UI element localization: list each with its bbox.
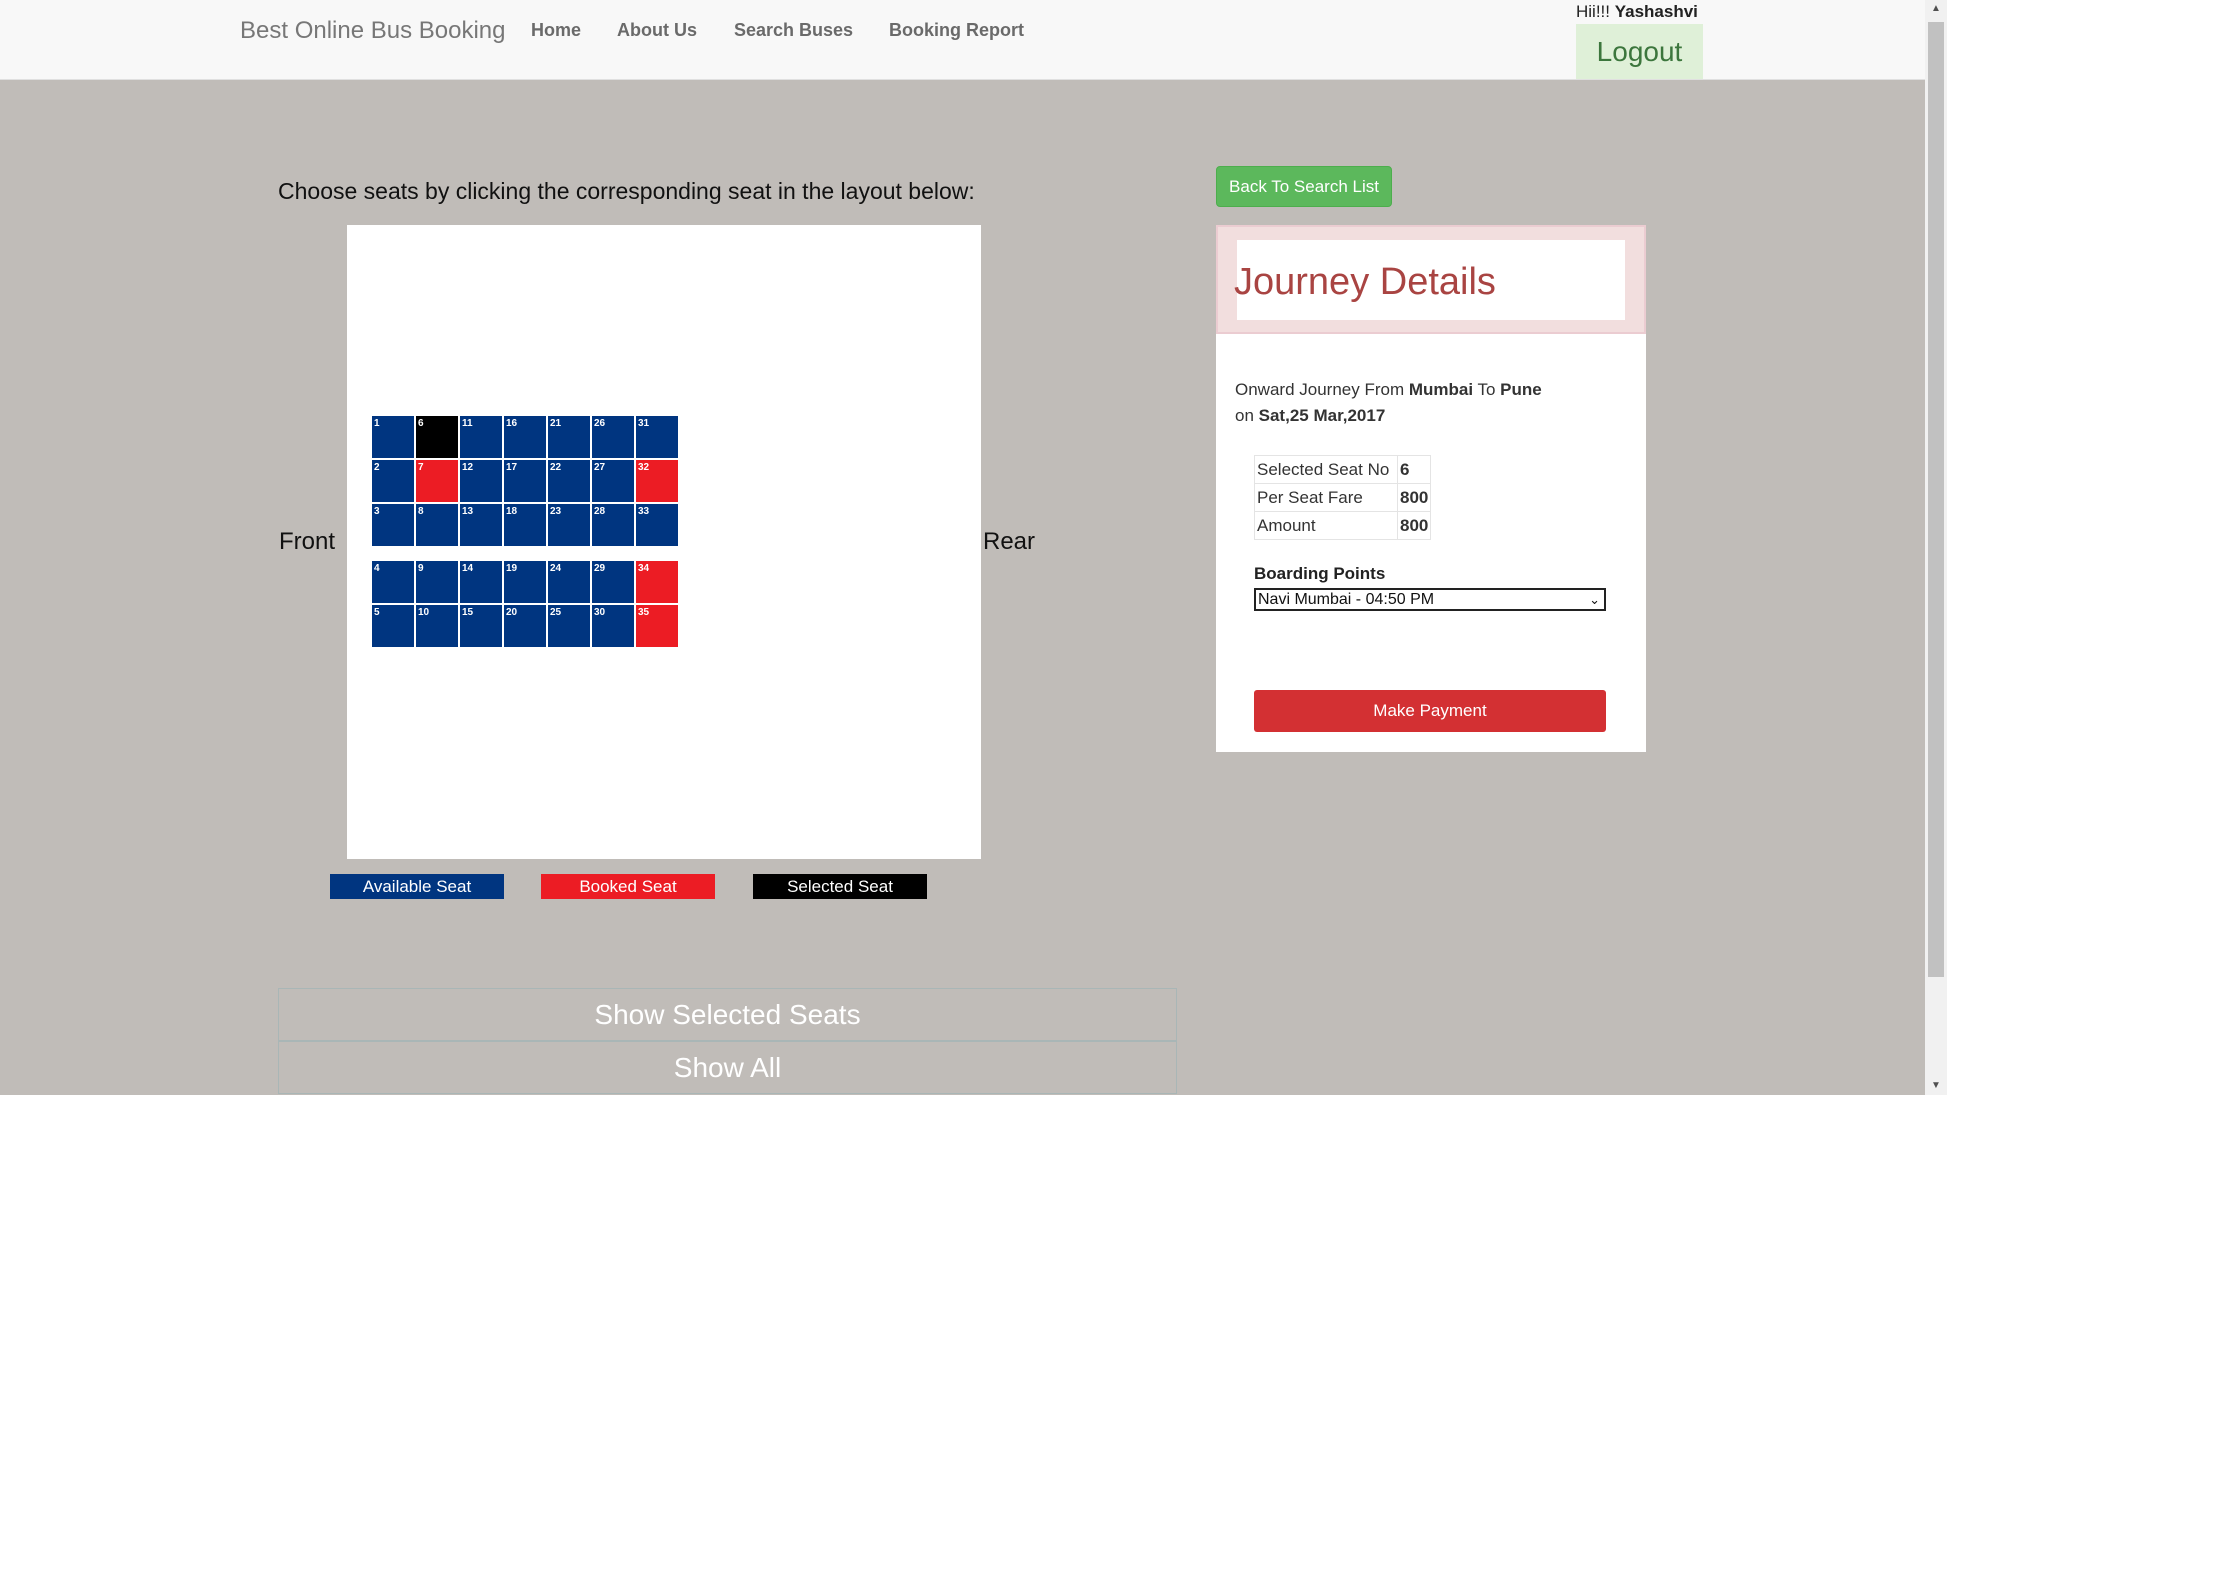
selected-seat-label: Selected Seat No: [1254, 455, 1398, 484]
table-row: Amount 800: [1254, 511, 1432, 540]
page-viewport: Best Online Bus Booking Home About Us Se…: [0, 0, 1947, 1095]
seat-3[interactable]: 3: [372, 504, 414, 546]
seat-29[interactable]: 29: [592, 561, 634, 603]
seat-17[interactable]: 17: [504, 460, 546, 502]
seat-instruction: Choose seats by clicking the correspondi…: [278, 178, 975, 204]
boarding-selected-value: Navi Mumbai - 04:50 PM: [1258, 591, 1435, 608]
journey-from: Mumbai: [1408, 380, 1474, 399]
seat-14[interactable]: 14: [460, 561, 502, 603]
user-greeting: Hii!!! Yashashvi: [1576, 2, 1698, 22]
seat-12[interactable]: 12: [460, 460, 502, 502]
username: Yashashvi: [1614, 2, 1698, 21]
nav-link-home[interactable]: Home: [531, 20, 581, 41]
legend-available-seat: Available Seat: [330, 874, 504, 899]
panel-title: Journey Details: [1234, 261, 1496, 303]
seat-5[interactable]: 5: [372, 605, 414, 647]
seat-4[interactable]: 4: [372, 561, 414, 603]
journey-prefix: Onward Journey From: [1235, 380, 1409, 399]
legend-selected-seat: Selected Seat: [753, 874, 927, 899]
journey-route: Onward Journey From Mumbai To Pune: [1235, 380, 1542, 400]
table-row: Per Seat Fare 800: [1254, 483, 1432, 512]
journey-date: Sat,25 Mar,2017: [1258, 406, 1386, 425]
seat-6[interactable]: 6: [416, 416, 458, 458]
seat-34[interactable]: 34: [636, 561, 678, 603]
scrollbar-thumb[interactable]: [1928, 22, 1944, 977]
amount-label: Amount: [1254, 511, 1398, 540]
scroll-down-icon[interactable]: ▼: [1925, 1077, 1947, 1095]
seat-19[interactable]: 19: [504, 561, 546, 603]
selected-seat-value: 6: [1396, 455, 1432, 484]
seat-16[interactable]: 16: [504, 416, 546, 458]
seat-21[interactable]: 21: [548, 416, 590, 458]
show-selected-seats-button[interactable]: Show Selected Seats: [278, 988, 1177, 1041]
front-label: Front: [279, 528, 336, 555]
seat-26[interactable]: 26: [592, 416, 634, 458]
per-seat-fare-label: Per Seat Fare: [1254, 483, 1398, 512]
seat-25[interactable]: 25: [548, 605, 590, 647]
seat-10[interactable]: 10: [416, 605, 458, 647]
table-row: Selected Seat No 6: [1254, 455, 1432, 484]
seat-13[interactable]: 13: [460, 504, 502, 546]
seat-layout: 1 2 3 4 5 6 7 8 9 10 11 12 13 14 15 16 17 18 19 20 21 22 23 24 2…: [347, 225, 981, 859]
vertical-scrollbar[interactable]: ▲ ▼: [1925, 0, 1947, 1095]
nav-link-booking-report[interactable]: Booking Report: [889, 20, 1024, 41]
seat-15[interactable]: 15: [460, 605, 502, 647]
greeting-prefix: Hii!!!: [1576, 2, 1615, 21]
per-seat-fare-value: 800: [1396, 483, 1432, 512]
seat-18[interactable]: 18: [504, 504, 546, 546]
seat-11[interactable]: 11: [460, 416, 502, 458]
seat-32[interactable]: 32: [636, 460, 678, 502]
seat-20[interactable]: 20: [504, 605, 546, 647]
show-all-button[interactable]: Show All: [278, 1041, 1177, 1094]
seat-1[interactable]: 1: [372, 416, 414, 458]
logout-button[interactable]: Logout: [1576, 24, 1703, 79]
nav-link-search-buses[interactable]: Search Buses: [734, 20, 853, 41]
legend-booked-seat: Booked Seat: [541, 874, 715, 899]
seat-8[interactable]: 8: [416, 504, 458, 546]
scroll-up-icon[interactable]: ▲: [1925, 0, 1947, 18]
seat-7[interactable]: 7: [416, 460, 458, 502]
nav-link-about-us[interactable]: About Us: [617, 20, 697, 41]
seat-35[interactable]: 35: [636, 605, 678, 647]
seat-31[interactable]: 31: [636, 416, 678, 458]
journey-on-word: on: [1235, 406, 1259, 425]
brand-link[interactable]: Best Online Bus Booking: [240, 17, 506, 45]
seat-9[interactable]: 9: [416, 561, 458, 603]
seat-30[interactable]: 30: [592, 605, 634, 647]
journey-to: Pune: [1500, 380, 1542, 399]
journey-to-word: To: [1473, 380, 1501, 399]
make-payment-button[interactable]: Make Payment: [1254, 690, 1606, 732]
seat-2[interactable]: 2: [372, 460, 414, 502]
seat-23[interactable]: 23: [548, 504, 590, 546]
seat-33[interactable]: 33: [636, 504, 678, 546]
boarding-points-select[interactable]: Navi Mumbai - 04:50 PM ⌄: [1254, 588, 1606, 611]
seat-22[interactable]: 22: [548, 460, 590, 502]
navbar: Best Online Bus Booking Home About Us Se…: [0, 0, 1925, 80]
seat-28[interactable]: 28: [592, 504, 634, 546]
journey-details-panel: Journey Details Onward Journey From Mumb…: [1216, 225, 1646, 752]
chevron-down-icon: ⌄: [1589, 592, 1600, 607]
rear-label: Rear: [983, 528, 1036, 555]
amount-value: 800: [1396, 511, 1432, 540]
boarding-points-label: Boarding Points: [1254, 564, 1386, 583]
seat-24[interactable]: 24: [548, 561, 590, 603]
seat-27[interactable]: 27: [592, 460, 634, 502]
booking-summary-table: Selected Seat No 6 Per Seat Fare 800 Amo…: [1254, 455, 1432, 540]
back-to-search-button[interactable]: Back To Search List: [1216, 166, 1392, 207]
journey-date-line: on Sat,25 Mar,2017: [1235, 406, 1385, 426]
